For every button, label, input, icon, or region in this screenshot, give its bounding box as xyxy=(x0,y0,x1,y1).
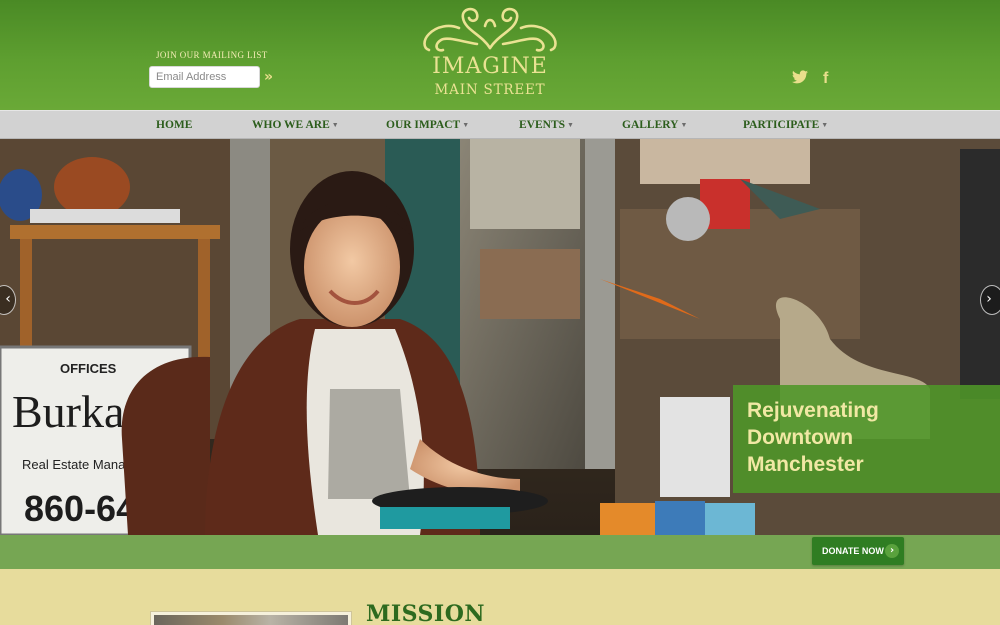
donate-button-label: DONATE NOW xyxy=(822,546,884,556)
email-field-wrapper xyxy=(149,66,260,88)
caret-down-icon: ▼ xyxy=(331,121,339,129)
caption-line: Manchester xyxy=(747,453,864,476)
nav-item-home[interactable]: HOME xyxy=(156,111,192,139)
caret-down-icon: ▼ xyxy=(680,121,688,129)
nav-item-gallery[interactable]: GALLERY ▼ xyxy=(622,111,687,139)
caret-down-icon: ▼ xyxy=(462,121,470,129)
nav-item-events[interactable]: EVENTS ▼ xyxy=(519,111,574,139)
facebook-icon[interactable]: f xyxy=(823,70,833,88)
sign-sub-text: Real Estate Manage xyxy=(22,457,140,472)
chevron-right-icon: › xyxy=(885,544,899,558)
main-nav: HOME WHO WE ARE ▼ OUR IMPACT ▼ EVENTS ▼ GAL… xyxy=(0,110,1000,139)
email-field[interactable] xyxy=(150,67,259,87)
nav-item-who-we-are[interactable]: WHO WE ARE ▼ xyxy=(252,111,339,139)
caret-down-icon: ▼ xyxy=(567,121,574,129)
logo-title: IMAGINE xyxy=(432,54,548,79)
nav-item-label: PARTICIPATE xyxy=(743,119,820,131)
nav-item-our-impact[interactable]: OUR IMPACT ▼ xyxy=(386,111,469,139)
hero-caption: Rejuvenating Downtown Manchester xyxy=(733,385,1000,493)
mission-section: MISSION xyxy=(0,569,1000,625)
site-logo[interactable]: IMAGINE MAIN STREET xyxy=(419,4,561,100)
mission-heading: MISSION xyxy=(366,601,485,625)
nav-item-label: GALLERY xyxy=(622,119,679,131)
nav-item-label: HOME xyxy=(156,119,193,131)
hero-slider: OFFICES Burkam Real Estate Manage 860-64… xyxy=(0,139,1000,535)
site-header: JOIN OUR MAILING LIST » IMAGINE MAIN STR… xyxy=(0,0,1000,110)
sign-offices-text: OFFICES xyxy=(60,361,117,376)
hero-caption-text: Rejuvenating Downtown Manchester xyxy=(747,397,987,478)
mailing-list-label: JOIN OUR MAILING LIST xyxy=(156,50,268,60)
nav-item-label: EVENTS xyxy=(519,119,566,131)
nav-item-label: OUR IMPACT xyxy=(386,119,461,131)
twitter-icon[interactable] xyxy=(792,70,810,88)
nav-item-label: WHO WE ARE xyxy=(252,119,330,131)
nav-item-participate[interactable]: PARTICIPATE ▼ xyxy=(743,111,828,139)
logo-scroll-ornament xyxy=(423,7,557,52)
donate-button[interactable]: DONATE NOW › xyxy=(812,537,904,565)
caption-line: Downtown xyxy=(747,426,854,449)
slider-next-button[interactable]: › xyxy=(980,285,1000,315)
double-chevron-right-icon[interactable]: » xyxy=(264,68,278,86)
logo-subtitle: MAIN STREET xyxy=(434,82,546,98)
caption-line: Rejuvenating xyxy=(747,399,879,422)
mission-photo xyxy=(150,611,352,625)
caret-down-icon: ▼ xyxy=(821,121,829,129)
